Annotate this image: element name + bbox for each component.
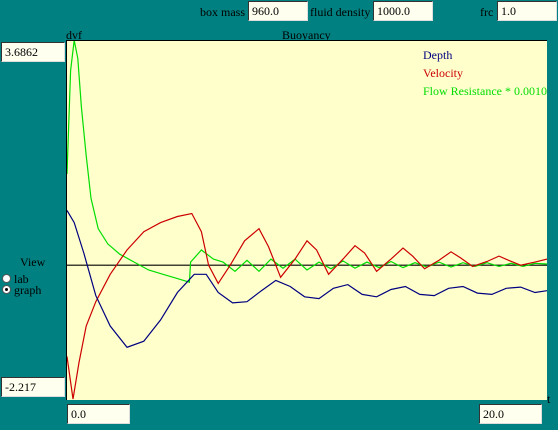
y-min-input[interactable] <box>1 377 65 397</box>
view-graph-radio[interactable] <box>2 285 11 294</box>
legend-velocity: Velocity <box>423 66 463 80</box>
fluid-density-label: fluid density <box>310 5 371 19</box>
series-line-flow-resistance-0-0010 <box>67 41 547 283</box>
x-axis-label: t <box>547 392 551 406</box>
frc-label: frc <box>480 5 494 19</box>
plot-area[interactable]: Depth Velocity Flow Resistance * 0.0010 <box>66 40 547 400</box>
view-lab-radio[interactable] <box>2 274 11 283</box>
legend-flow-resistance: Flow Resistance * 0.0010 <box>423 84 547 98</box>
series-line-depth <box>67 210 547 349</box>
view-graph-label: graph <box>14 283 42 297</box>
x-min-input[interactable] <box>67 404 130 424</box>
y-max-input[interactable] <box>1 42 65 62</box>
box-mass-input[interactable] <box>248 1 308 21</box>
fluid-density-input[interactable] <box>373 1 433 21</box>
frc-input[interactable] <box>497 1 557 21</box>
series-line-velocity <box>67 212 547 400</box>
legend-depth: Depth <box>423 48 453 62</box>
view-label: View <box>20 255 46 269</box>
x-max-input[interactable] <box>479 404 542 424</box>
box-mass-label: box mass <box>200 5 245 19</box>
